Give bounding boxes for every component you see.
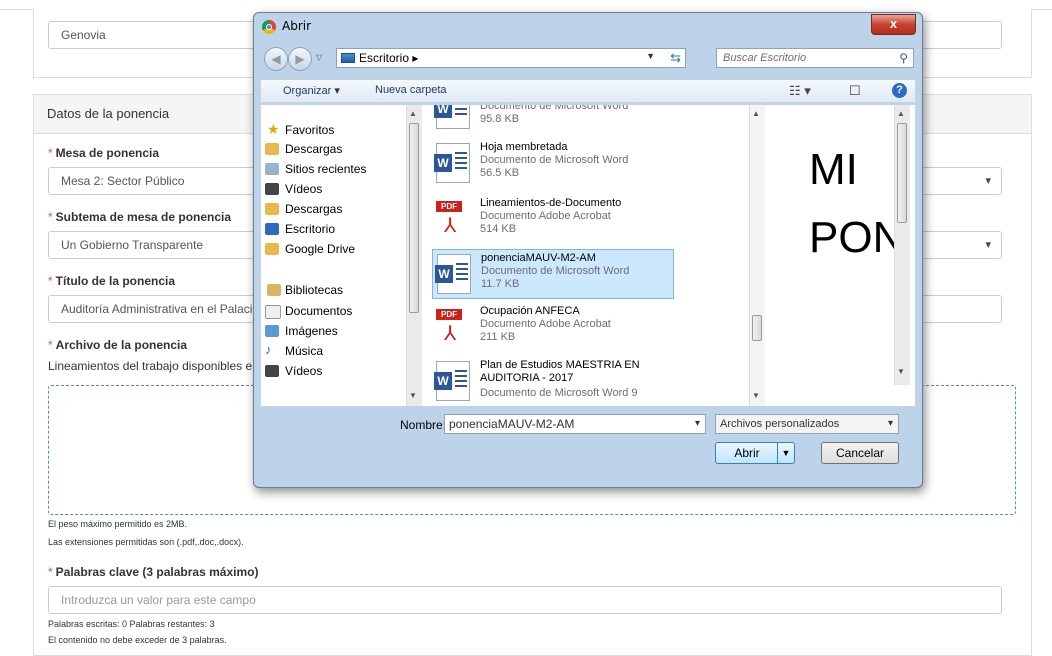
file-item[interactable]: Plan de Estudios MAESTRIA EN AUDITORIA -… — [432, 357, 674, 406]
titulo-label: * Título de la ponencia — [48, 274, 176, 288]
refresh-icon[interactable]: ⇆ — [670, 50, 681, 66]
extensions-note: Las extensiones permitidas son (.pdf,.do… — [48, 537, 244, 547]
palabras-label: * Palabras clave (3 palabras máximo) — [48, 565, 259, 579]
subtema-label: * Subtema de mesa de ponencia — [48, 210, 232, 224]
help-icon[interactable]: ? — [892, 83, 907, 98]
nav-item-sitios-recientes[interactable]: Sitios recientes — [265, 162, 366, 176]
nav-item-escritorio[interactable]: Escritorio — [265, 222, 335, 236]
folder-icon — [265, 243, 279, 255]
nav-item-documentos[interactable]: Documentos — [265, 304, 352, 319]
nav-item-descargas-2[interactable]: Descargas — [265, 202, 342, 216]
navigation-pane: ★ Favoritos Descargas Sitios recientes Ví… — [261, 105, 406, 406]
dialog-titlebar[interactable]: Abrir x — [254, 13, 922, 41]
close-button[interactable]: x — [871, 14, 916, 35]
nav-bar: ◀ ▶ ▽ Escritorio ▸ ▼ ⇆ Buscar Escritorio… — [260, 43, 916, 73]
scroll-up-icon[interactable]: ▲ — [409, 109, 417, 118]
video-icon — [265, 183, 279, 195]
file-item[interactable]: Lineamientos-de-Documento Documento Adob… — [432, 195, 674, 245]
nav-item-musica[interactable]: ♪ Música — [265, 342, 323, 358]
palabras-limit: El contenido no debe exceder de 3 palabr… — [48, 635, 227, 645]
nav-item-videos-lib[interactable]: Vídeos — [265, 364, 322, 378]
desktop-icon — [265, 223, 279, 235]
preview-line-1: MI — [809, 145, 858, 194]
document-icon — [265, 305, 281, 319]
preview-scrollbar[interactable]: ▲ ▼ — [894, 105, 910, 385]
folder-icon — [265, 203, 279, 215]
palabras-input[interactable]: Introduzca un valor para este campo — [48, 586, 1002, 614]
file-scrollbar[interactable]: ▲ ▼ — [749, 105, 765, 406]
library-icon — [267, 284, 281, 296]
file-item[interactable]: Ocupación ANFECA Documento Adobe Acrobat… — [432, 303, 674, 353]
word-file-icon — [434, 105, 470, 129]
file-list: Documento de Microsoft Word 95.8 KB Hoja… — [426, 105, 761, 406]
word-file-icon — [434, 143, 470, 183]
pdf-file-icon — [436, 307, 470, 347]
archivo-help: Lineamientos del trabajo disponibles e — [48, 359, 253, 373]
scroll-up-icon[interactable]: ▲ — [752, 109, 760, 118]
file-item-selected[interactable]: ponenciaMAUV-M2-AM Documento de Microsof… — [432, 249, 674, 299]
image-icon — [265, 325, 279, 337]
filename-input[interactable]: ponenciaMAUV-M2-AM — [444, 414, 706, 434]
file-item[interactable]: Hoja membretada Documento de Microsoft W… — [432, 139, 674, 189]
address-separator: ▸ — [412, 51, 419, 65]
organize-button[interactable]: Organizar ▾ — [283, 84, 340, 97]
scroll-down-icon[interactable]: ▼ — [752, 391, 760, 400]
mesa-label: * Mesa de ponencia — [48, 146, 160, 160]
word-file-icon — [435, 254, 471, 294]
palabras-count: Palabras escritas: 0 Palabras restantes:… — [48, 619, 215, 629]
preview-pane: MI PON ▲ ▼ — [769, 105, 915, 406]
address-bar[interactable]: Escritorio ▸ ▼ ⇆ — [336, 48, 686, 68]
desktop-icon — [341, 53, 355, 63]
preview-pane-icon[interactable]: ☐ — [849, 83, 861, 99]
word-file-icon — [434, 361, 470, 401]
preview-scroll-thumb[interactable] — [897, 123, 907, 223]
pdf-file-icon — [436, 199, 470, 239]
address-text: Escritorio — [359, 51, 410, 65]
dialog-title: Abrir — [282, 19, 312, 33]
scroll-up-icon[interactable]: ▲ — [897, 109, 905, 118]
chrome-icon — [262, 20, 276, 34]
new-folder-button[interactable]: Nueva carpeta — [375, 84, 447, 96]
nav-item-google-drive[interactable]: Google Drive — [265, 242, 355, 256]
open-file-dialog: Abrir x ◀ ▶ ▽ Escritorio ▸ ▼ ⇆ Buscar Es… — [253, 12, 923, 488]
recent-icon — [265, 163, 279, 175]
view-options-icon[interactable]: ☷ ▾ — [789, 83, 811, 99]
video-icon — [265, 365, 279, 377]
file-type-select[interactable]: Archivos personalizados — [715, 414, 899, 434]
dialog-content: ★ Favoritos Descargas Sitios recientes Ví… — [260, 104, 916, 407]
open-button[interactable]: Abrir ▼ — [715, 442, 795, 464]
search-icon[interactable]: ⚲ — [899, 51, 908, 65]
nav-scroll-thumb[interactable] — [409, 123, 419, 313]
nav-item-descargas[interactable]: Descargas — [265, 142, 342, 156]
file-scroll-thumb[interactable] — [752, 315, 762, 341]
search-box[interactable]: Buscar Escritorio ⚲ — [716, 48, 914, 68]
scroll-down-icon[interactable]: ▼ — [897, 367, 905, 376]
archivo-label: * Archivo de la ponencia — [48, 338, 188, 352]
nav-favorites[interactable]: ★ Favoritos — [267, 121, 335, 137]
file-item[interactable]: Documento de Microsoft Word 95.8 KB — [432, 105, 674, 135]
open-dropdown-icon[interactable]: ▼ — [777, 443, 794, 463]
forward-icon[interactable]: ▶ — [288, 47, 312, 71]
address-dropdown-icon[interactable]: ▼ — [646, 51, 655, 61]
nav-item-videos[interactable]: Vídeos — [265, 182, 322, 196]
size-note: El peso máximo permitido es 2MB. — [48, 519, 188, 529]
filename-label: Nombre: — [400, 418, 447, 432]
music-icon: ♪ — [265, 342, 272, 357]
dialog-toolbar: Organizar ▾ Nueva carpeta ☷ ▾ ☐ ? — [260, 79, 916, 103]
star-icon: ★ — [267, 121, 280, 137]
search-input[interactable]: Buscar Escritorio — [723, 52, 806, 64]
back-icon[interactable]: ◀ — [264, 47, 288, 71]
folder-icon — [265, 143, 279, 155]
preview-line-2: PON — [809, 213, 905, 262]
cancel-button[interactable]: Cancelar — [821, 442, 899, 464]
nav-libraries[interactable]: Bibliotecas — [267, 283, 343, 297]
scroll-down-icon[interactable]: ▼ — [409, 391, 417, 400]
nav-item-imagenes[interactable]: Imágenes — [265, 324, 338, 338]
history-dropdown-icon[interactable]: ▽ — [316, 53, 322, 62]
dialog-bottom: Nombre: ponenciaMAUV-M2-AM Archivos pers… — [260, 409, 916, 471]
nav-favorites-label: Favoritos — [285, 123, 335, 137]
nav-scrollbar[interactable]: ▲ ▼ — [406, 105, 422, 406]
nav-libraries-label: Bibliotecas — [285, 283, 344, 297]
